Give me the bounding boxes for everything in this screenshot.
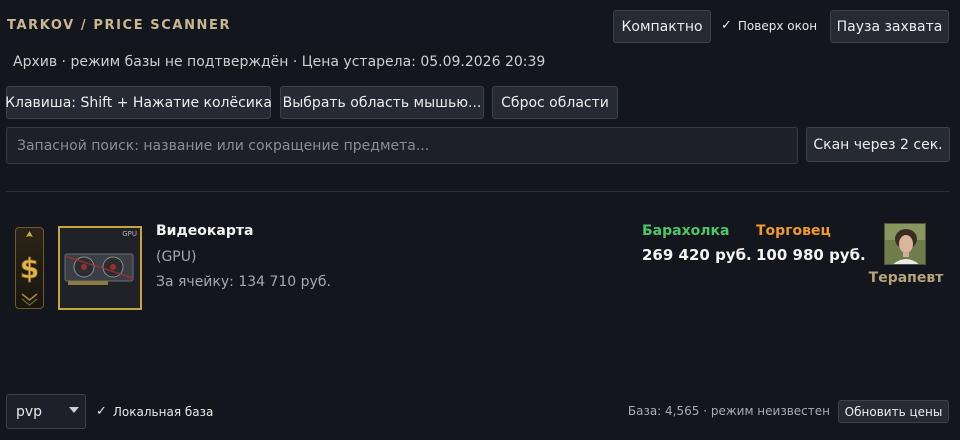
game-mode-select[interactable]: pvp bbox=[6, 394, 86, 429]
local-database-label: Локальная база bbox=[112, 404, 214, 419]
always-on-top-label: Поверх окон bbox=[737, 18, 818, 33]
trader-portrait-icon bbox=[885, 224, 925, 264]
reset-area-button[interactable]: Сброс области bbox=[492, 86, 618, 119]
pause-capture-button[interactable]: Пауза захвата bbox=[830, 10, 949, 43]
database-info: База: 4,565 · режим неизвестен bbox=[627, 404, 830, 418]
dollar-rank-icon: $ bbox=[15, 227, 44, 309]
checkmark-icon: ✓ bbox=[96, 404, 107, 419]
trader-label: Торговец bbox=[756, 223, 831, 239]
compact-button[interactable]: Компактно bbox=[613, 10, 711, 43]
svg-text:$: $ bbox=[20, 252, 39, 285]
app-title: TARKOV / PRICE SCANNER bbox=[7, 18, 232, 33]
status-line: Архив · режим базы не подтверждён · Цена… bbox=[13, 54, 546, 70]
fallback-search-input[interactable] bbox=[6, 127, 798, 164]
trader-avatar bbox=[884, 223, 926, 265]
trader-price: 100 980 руб. bbox=[756, 246, 866, 264]
item-thumbnail: GPU bbox=[58, 226, 142, 310]
gpu-icon bbox=[60, 228, 140, 308]
always-on-top-checkbox[interactable]: ✓ Поверх окон bbox=[721, 18, 817, 33]
divider bbox=[6, 191, 950, 192]
flea-market-label: Барахолка bbox=[642, 223, 730, 239]
hotkey-button[interactable]: Клавиша: Shift + Нажатие колёсика bbox=[5, 86, 272, 119]
local-database-checkbox[interactable]: ✓ Локальная база bbox=[96, 404, 213, 419]
trader-name: Терапевт bbox=[868, 270, 944, 286]
select-area-button[interactable]: Выбрать область мышью... bbox=[280, 86, 484, 119]
refresh-prices-button[interactable]: Обновить цены bbox=[838, 400, 949, 423]
game-mode-value: pvp bbox=[16, 403, 43, 420]
checkmark-icon: ✓ bbox=[721, 18, 732, 33]
chevron-down-icon bbox=[69, 407, 79, 413]
delayed-scan-button[interactable]: Скан через 2 сек. bbox=[806, 127, 950, 162]
flea-market-price: 269 420 руб. bbox=[642, 246, 752, 264]
item-short-name: (GPU) bbox=[156, 249, 197, 265]
item-per-cell-price: За ячейку: 134 710 руб. bbox=[156, 274, 331, 290]
thumb-tag: GPU bbox=[122, 230, 137, 238]
item-name: Видеокарта bbox=[156, 223, 254, 239]
